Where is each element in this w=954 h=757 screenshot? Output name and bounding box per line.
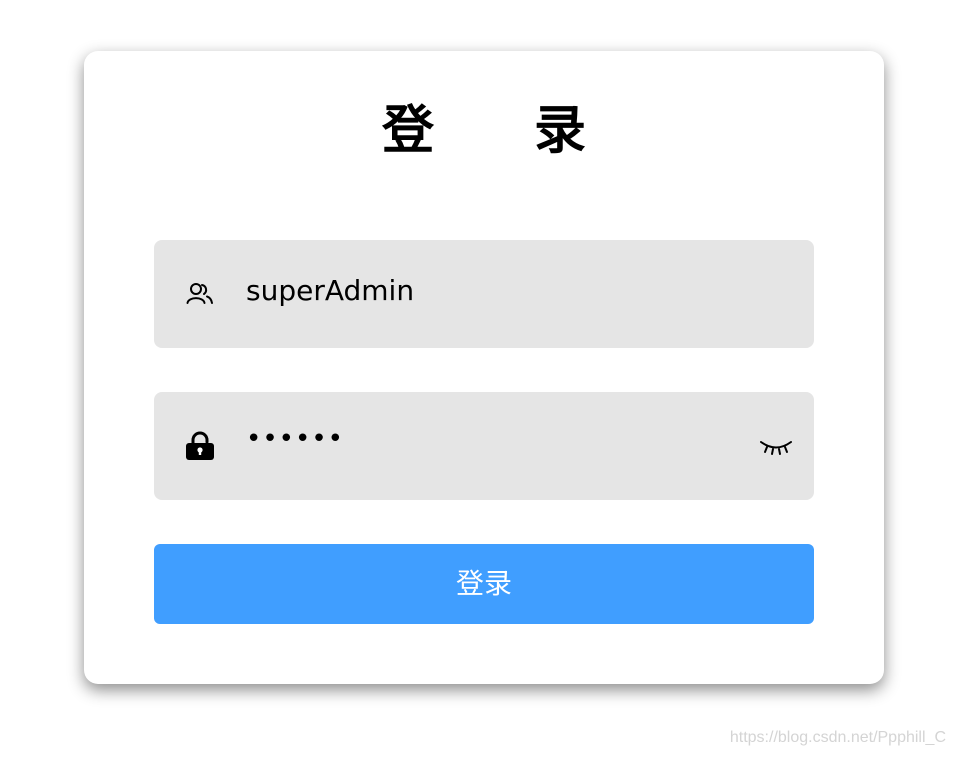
- username-field[interactable]: superAdmin: [154, 240, 814, 348]
- password-value[interactable]: ••••••: [246, 422, 344, 456]
- watermark: https://blog.csdn.net/Ppphill_C: [729, 729, 946, 746]
- login-button[interactable]: 登录: [154, 544, 814, 624]
- eye-closed-icon[interactable]: [758, 436, 794, 458]
- username-value[interactable]: superAdmin: [246, 274, 414, 308]
- login-title: 登录: [381, 101, 686, 161]
- user-icon: [184, 278, 216, 310]
- password-field[interactable]: ••••••: [154, 392, 814, 500]
- login-card: 登录 superAdmin •••••• 登录: [84, 51, 884, 684]
- lock-icon: [184, 430, 216, 462]
